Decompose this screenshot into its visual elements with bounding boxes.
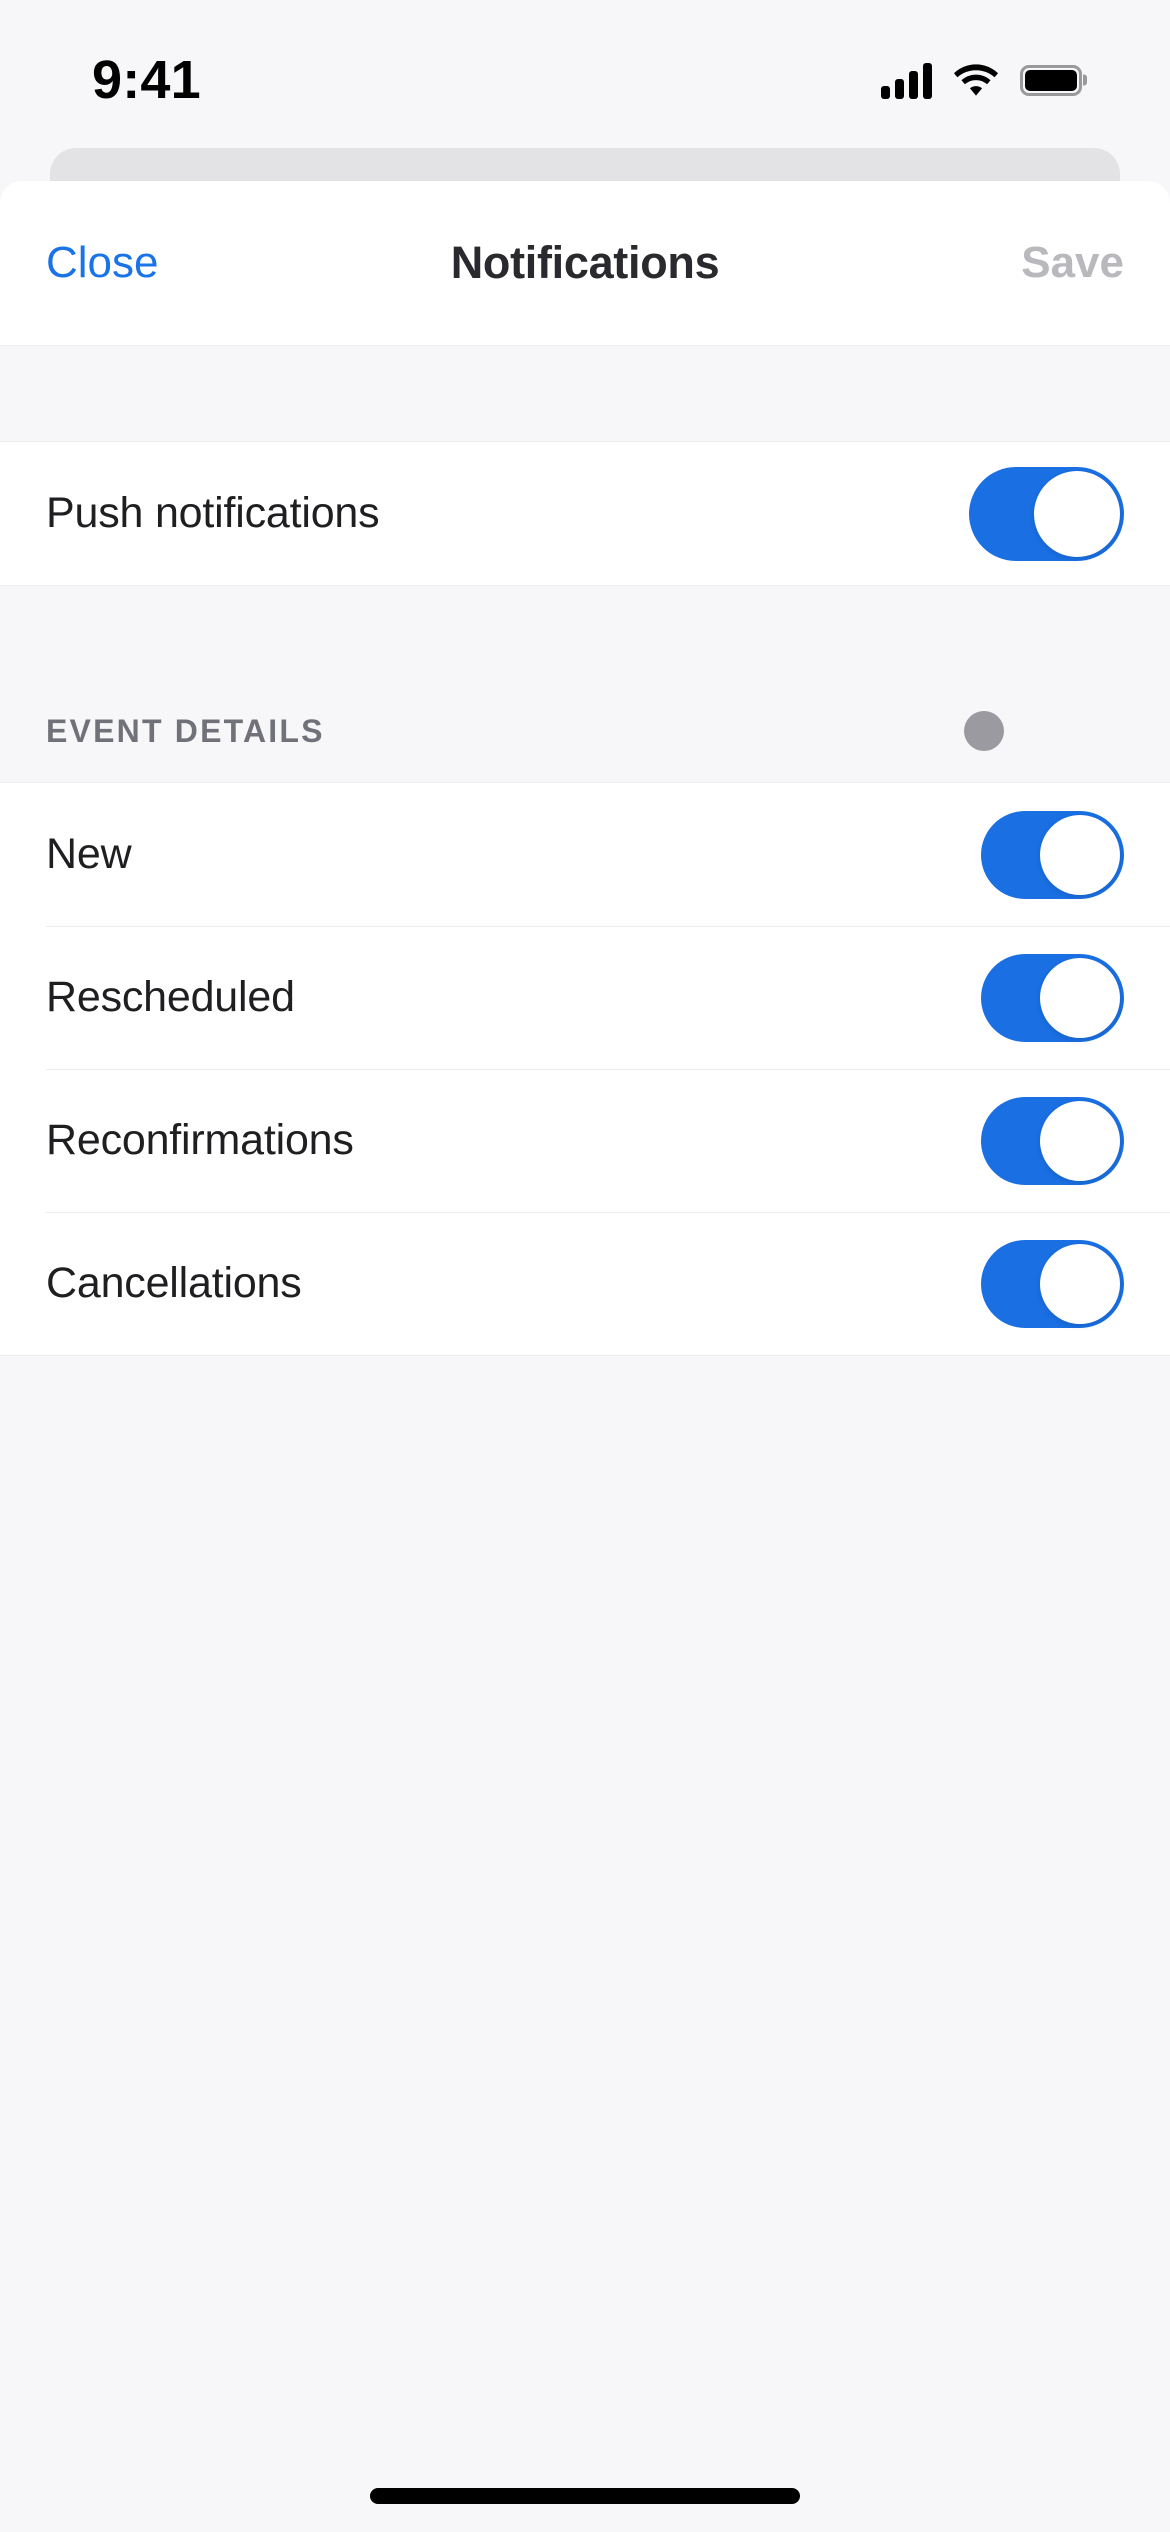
row-reconfirmations[interactable]: Reconfirmations: [0, 1069, 1170, 1212]
toggle-reconfirmations[interactable]: [981, 1096, 1124, 1185]
section-title: EVENT DETAILS: [46, 712, 325, 749]
toggle-knob: [1040, 957, 1120, 1038]
wifi-icon: [954, 63, 998, 97]
section-header-event-details: EVENT DETAILS: [0, 680, 1170, 782]
phone-screen: 9:41 Close Notifications Save Push notif…: [0, 0, 1170, 2532]
page-title: Notifications: [450, 237, 720, 288]
row-label: Cancellations: [46, 1259, 302, 1307]
row-label: Push notifications: [46, 489, 380, 537]
notifications-sheet: Close Notifications Save Push notificati…: [0, 181, 1170, 2532]
row-cancellations[interactable]: Cancellations: [0, 1212, 1170, 1355]
event-details-section: New Rescheduled Reconfirmations Cancella…: [0, 782, 1170, 1356]
row-label: Rescheduled: [46, 973, 295, 1021]
status-bar-time: 9:41: [92, 50, 201, 110]
toggle-new[interactable]: [981, 810, 1124, 899]
toggle-cancellations[interactable]: [981, 1239, 1124, 1328]
close-button[interactable]: Close: [46, 241, 159, 285]
status-bar-icons: [881, 51, 1082, 99]
home-indicator[interactable]: [370, 2488, 800, 2504]
battery-full-icon: [1020, 64, 1082, 96]
cellular-signal-icon: [881, 61, 932, 99]
toggle-rescheduled[interactable]: [981, 953, 1124, 1042]
push-notifications-section: Push notifications: [0, 441, 1170, 586]
row-new[interactable]: New: [0, 783, 1170, 926]
section-spacer-top: [0, 346, 1170, 441]
section-spacer-middle: [0, 586, 1170, 680]
save-button[interactable]: Save: [1021, 241, 1124, 285]
navigation-bar: Close Notifications Save: [0, 181, 1170, 346]
toggle-knob: [1040, 1243, 1120, 1324]
row-rescheduled[interactable]: Rescheduled: [0, 926, 1170, 1069]
status-bar: 9:41: [0, 0, 1170, 150]
toggle-knob: [1040, 814, 1120, 895]
status-dot-icon: [964, 711, 1004, 751]
row-label: New: [46, 830, 132, 878]
row-label: Reconfirmations: [46, 1116, 354, 1164]
toggle-push-notifications[interactable]: [969, 466, 1124, 561]
toggle-knob: [1034, 470, 1120, 557]
toggle-knob: [1040, 1100, 1120, 1181]
empty-area: [0, 1356, 1170, 2356]
row-push-notifications[interactable]: Push notifications: [0, 442, 1170, 585]
